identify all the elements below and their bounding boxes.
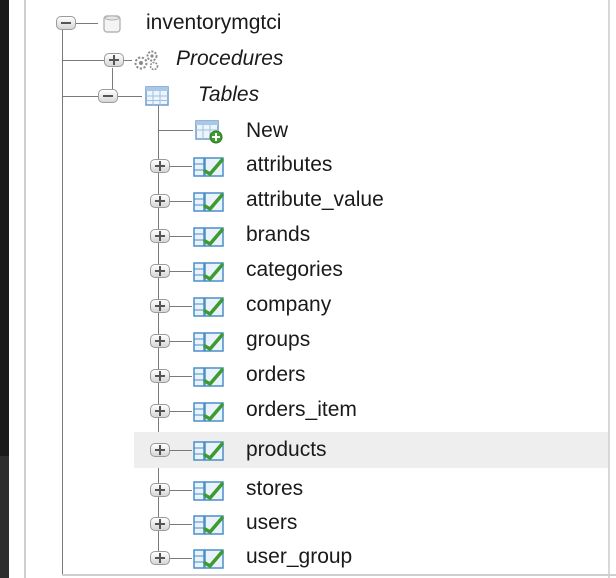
tree-node-tables[interactable]: Tables <box>0 78 608 112</box>
expand-toggle[interactable] <box>150 404 170 418</box>
expand-toggle[interactable] <box>150 369 170 383</box>
tree-node-procedures[interactable]: Procedures <box>0 42 608 76</box>
tree-connector <box>159 130 193 131</box>
expand-toggle[interactable] <box>150 159 170 173</box>
procedures-icon <box>132 48 162 77</box>
table-row-brands[interactable]: brands <box>0 218 608 252</box>
tables-icon <box>144 84 170 113</box>
tree-node-new-table[interactable]: New <box>0 114 608 148</box>
table-icon <box>192 294 226 323</box>
expand-toggle[interactable] <box>150 334 170 348</box>
tree-connector <box>170 236 192 237</box>
expand-toggle[interactable] <box>150 551 170 565</box>
table-row-attributes[interactable]: attributes <box>0 148 608 182</box>
table-icon <box>192 512 226 541</box>
table-icon <box>192 259 226 288</box>
table-row-orders-item[interactable]: orders_item <box>0 393 608 427</box>
table-name[interactable]: attribute_value <box>246 188 384 212</box>
tree-connector <box>170 271 192 272</box>
tree-connector <box>118 96 142 97</box>
table-icon <box>192 438 226 467</box>
table-icon <box>192 224 226 253</box>
expand-toggle[interactable] <box>150 299 170 313</box>
tables-label[interactable]: Tables <box>198 83 259 107</box>
tree-connector <box>63 96 98 97</box>
table-name[interactable]: users <box>246 511 297 535</box>
tree-connector <box>170 558 192 559</box>
table-icon <box>192 399 226 428</box>
table-row-products[interactable]: products <box>0 432 608 466</box>
table-icon <box>192 329 226 358</box>
tree-connector <box>124 60 132 61</box>
expand-toggle[interactable] <box>150 264 170 278</box>
table-icon <box>192 189 226 218</box>
table-row-company[interactable]: company <box>0 288 608 322</box>
table-row-users[interactable]: users <box>0 506 608 540</box>
table-icon <box>192 154 226 183</box>
table-name[interactable]: attributes <box>246 153 332 177</box>
table-row-orders[interactable]: orders <box>0 358 608 392</box>
table-name[interactable]: categories <box>246 258 343 282</box>
tree-connector <box>170 306 192 307</box>
table-row-categories[interactable]: categories <box>0 253 608 287</box>
panel-divider-right <box>608 0 610 578</box>
expand-toggle[interactable] <box>150 194 170 208</box>
table-name[interactable]: company <box>246 293 331 317</box>
tree-connector <box>76 23 98 24</box>
collapse-toggle[interactable] <box>98 89 118 103</box>
table-row-groups[interactable]: groups <box>0 323 608 357</box>
panel-bottom-border <box>62 574 616 576</box>
table-name[interactable]: brands <box>246 223 310 247</box>
new-table-label[interactable]: New <box>246 119 288 143</box>
tree-connector <box>170 450 192 451</box>
table-name[interactable]: products <box>246 438 327 462</box>
table-icon <box>192 478 226 507</box>
navigation-tree-panel: inventorymgtci Procedures Tables New att… <box>0 0 616 578</box>
tree-connector <box>63 60 104 61</box>
procedures-label[interactable]: Procedures <box>176 47 283 71</box>
tree-connector <box>170 376 192 377</box>
table-icon <box>192 546 226 575</box>
database-name[interactable]: inventorymgtci <box>146 11 281 35</box>
tree-connector <box>170 411 192 412</box>
expand-toggle[interactable] <box>150 483 170 497</box>
tree-connector <box>170 201 192 202</box>
tree-connector <box>170 490 192 491</box>
tree-connector <box>170 166 192 167</box>
new-table-icon <box>194 118 224 149</box>
expand-toggle[interactable] <box>150 229 170 243</box>
table-row-user-group[interactable]: user_group <box>0 540 608 574</box>
table-name[interactable]: orders_item <box>246 398 357 422</box>
database-icon <box>100 12 124 41</box>
expand-toggle[interactable] <box>104 53 124 67</box>
tree-node-database[interactable]: inventorymgtci <box>0 4 608 38</box>
tree-connector <box>170 341 192 342</box>
table-name[interactable]: user_group <box>246 545 352 569</box>
table-icon <box>192 364 226 393</box>
expand-toggle[interactable] <box>150 443 170 457</box>
collapse-toggle[interactable] <box>56 16 76 30</box>
table-row-stores[interactable]: stores <box>0 472 608 506</box>
expand-toggle[interactable] <box>150 517 170 531</box>
table-name[interactable]: groups <box>246 328 310 352</box>
table-row-attribute-value[interactable]: attribute_value <box>0 183 608 217</box>
table-name[interactable]: orders <box>246 363 306 387</box>
tree-connector <box>170 524 192 525</box>
table-name[interactable]: stores <box>246 477 303 501</box>
